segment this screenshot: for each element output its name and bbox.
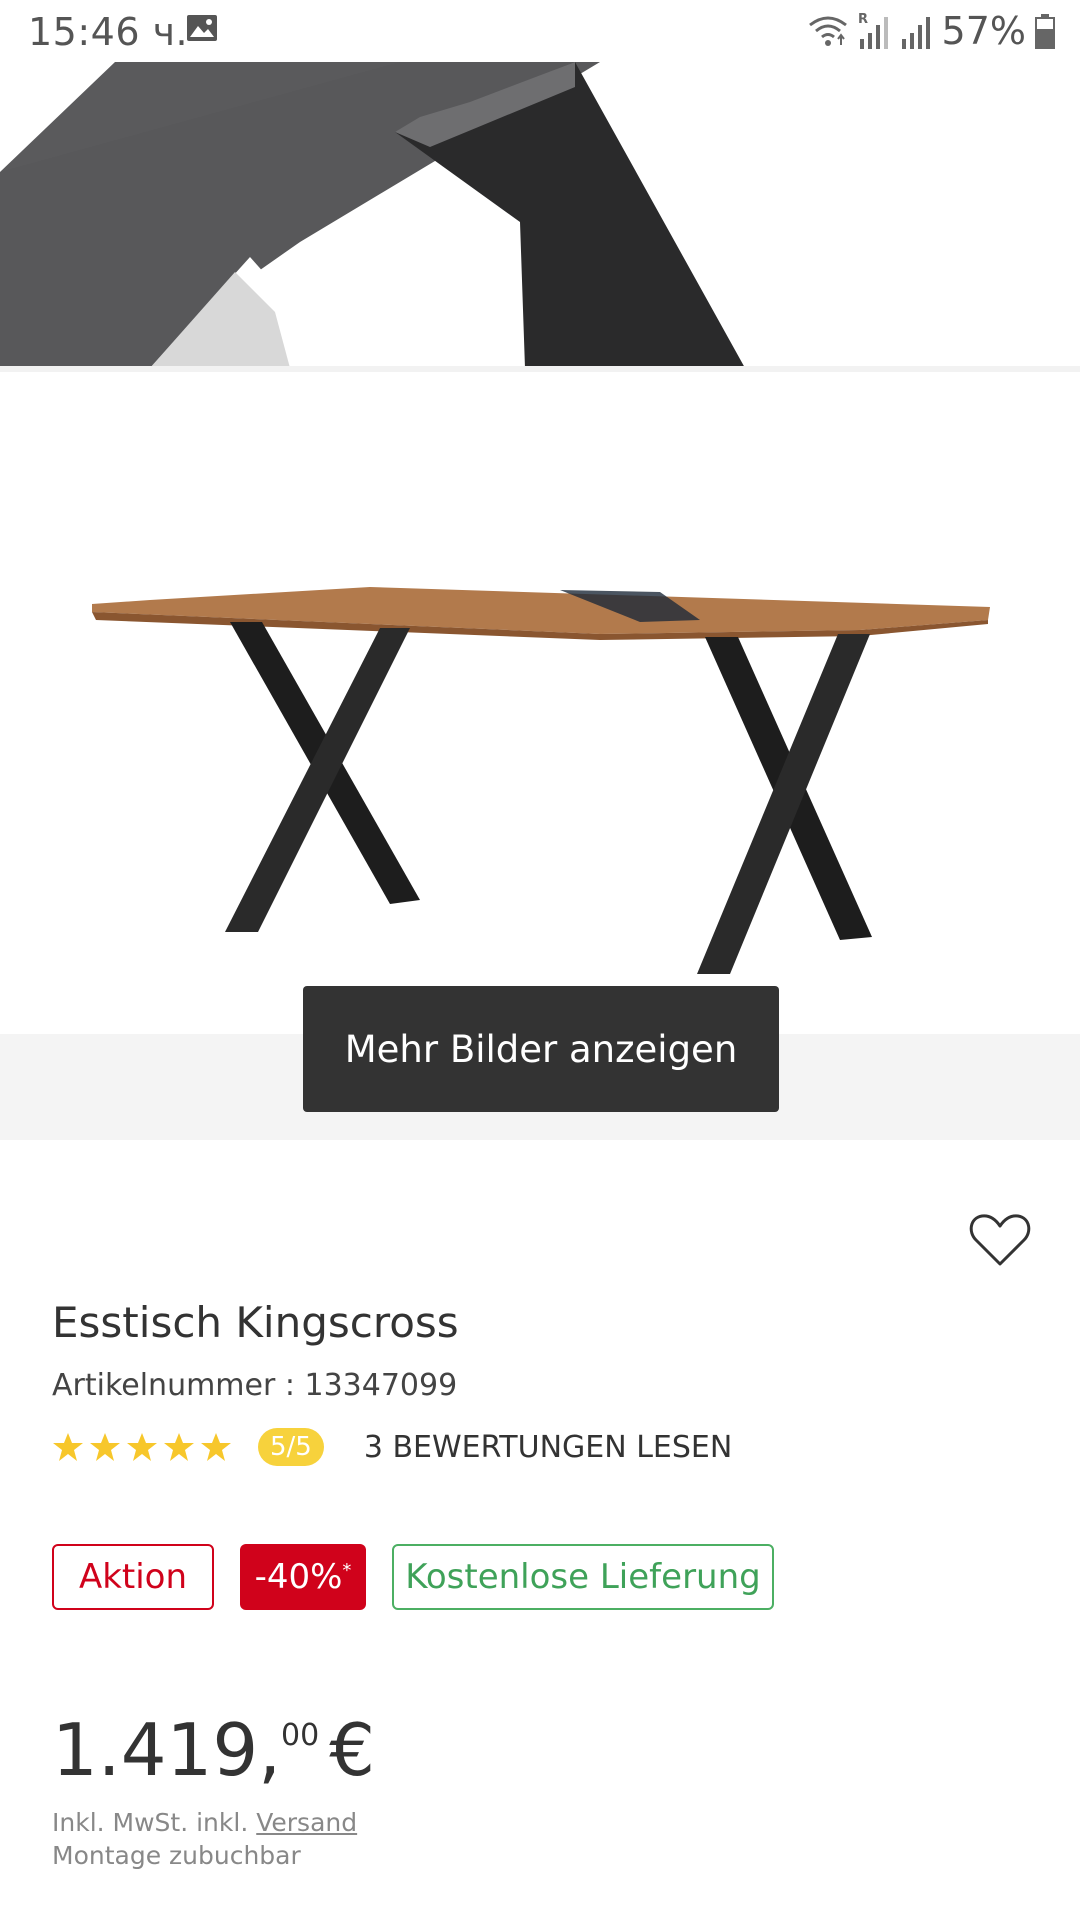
rating-score-badge: 5/5 — [258, 1428, 324, 1466]
read-reviews-link[interactable]: 3 BEWERTUNGEN LESEN — [364, 1430, 732, 1465]
table-leg-closeup-image — [0, 62, 1080, 368]
dining-table-image — [92, 587, 990, 974]
assembly-note: Montage zubuchbar — [52, 1841, 301, 1870]
status-time: 15:46 ч. — [28, 10, 189, 54]
discount-footnote-mark: * — [342, 1559, 352, 1581]
price-cents: 00 — [281, 1718, 320, 1753]
product-price: 1.419, 00 € — [52, 1708, 375, 1792]
status-indicators: R 57% — [806, 8, 1056, 54]
price-main: 1.419, — [52, 1708, 282, 1792]
tax-shipping-note: Inkl. MwSt. inkl. Versand — [52, 1806, 357, 1839]
product-badges: Aktion -40% * Kostenlose Lieferung — [52, 1544, 774, 1610]
star-icon — [164, 1433, 194, 1461]
signal-icon — [901, 17, 930, 49]
free-delivery-badge: Kostenlose Lieferung — [392, 1544, 774, 1610]
star-icon — [201, 1433, 231, 1461]
shipping-link[interactable]: Versand — [256, 1808, 357, 1837]
price-currency: € — [329, 1708, 376, 1792]
wifi-icon — [808, 16, 847, 46]
promo-badge: Aktion — [52, 1544, 214, 1610]
rating-stars — [52, 1431, 232, 1463]
star-icon — [53, 1433, 83, 1461]
article-number: Artikelnummer : 13347099 — [52, 1368, 458, 1403]
star-icon — [90, 1433, 120, 1461]
status-bar: 15:46 ч. R 57% — [0, 0, 1080, 62]
price-note: Inkl. MwSt. inkl. Versand Montage zubuch… — [52, 1806, 357, 1872]
rating-row: 5/5 3 BEWERTUNGEN LESEN — [52, 1426, 732, 1468]
show-more-images-button[interactable]: Mehr Bilder anzeigen — [303, 986, 779, 1112]
discount-value: -40% — [254, 1557, 343, 1597]
signal-roaming-icon: R — [858, 12, 888, 49]
svg-text:R: R — [858, 12, 868, 27]
star-icon — [127, 1433, 157, 1461]
discount-badge: -40% * — [240, 1544, 366, 1610]
product-title: Esstisch Kingscross — [52, 1298, 459, 1347]
product-image-detail[interactable] — [0, 62, 1080, 368]
wishlist-heart-icon[interactable] — [968, 1212, 1032, 1268]
battery-icon — [1035, 14, 1055, 49]
tax-note-text: Inkl. MwSt. inkl. — [52, 1808, 257, 1837]
product-image-main[interactable] — [0, 372, 1080, 1032]
battery-percentage: 57% — [941, 9, 1026, 53]
gallery-icon — [187, 15, 217, 41]
